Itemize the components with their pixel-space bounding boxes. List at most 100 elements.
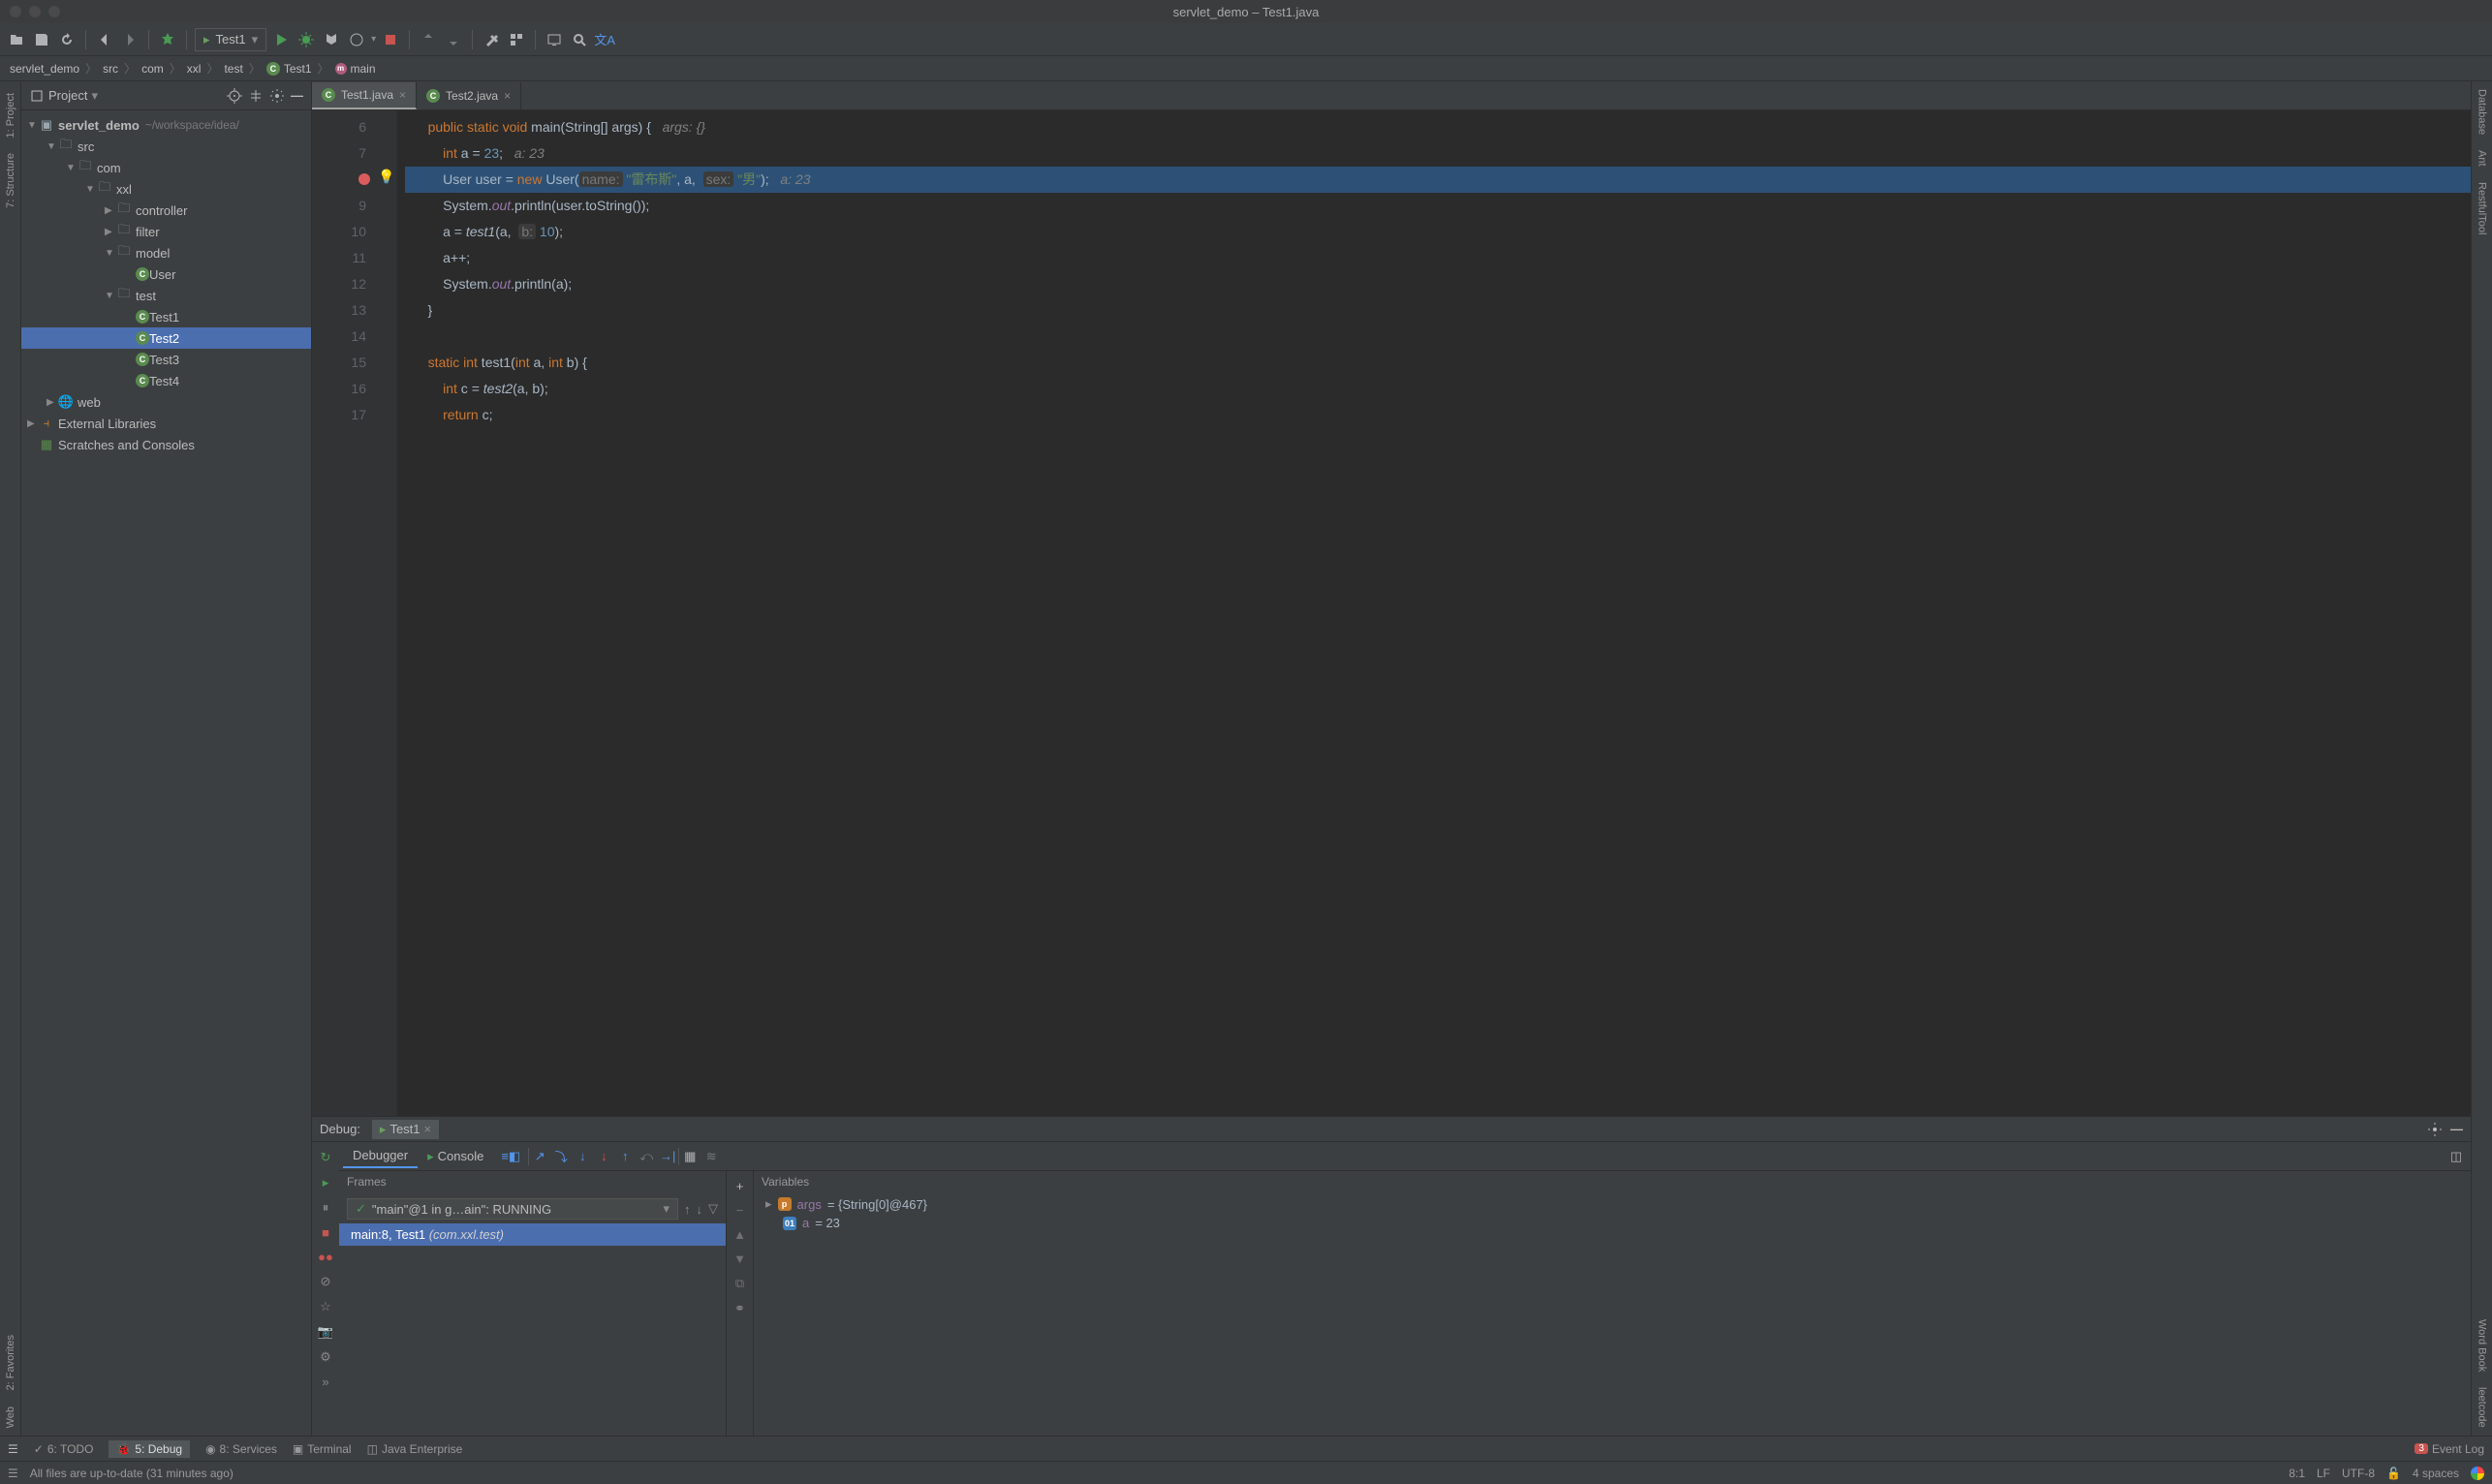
tree-node[interactable]: ▼🗀 xxl: [21, 178, 311, 200]
debug-run-tab[interactable]: ▸Test1 ×: [372, 1120, 439, 1139]
show-exec-point-icon[interactable]: ↗: [529, 1146, 550, 1167]
tree-node[interactable]: ▼🗀 com: [21, 157, 311, 178]
line-separator[interactable]: LF: [2317, 1467, 2330, 1480]
minimize-window-icon[interactable]: [29, 6, 41, 17]
prev-frame-icon[interactable]: ↑: [684, 1202, 691, 1217]
frame-item[interactable]: main:8, Test1 (com.xxl.test): [339, 1223, 726, 1246]
indent[interactable]: 4 spaces: [2413, 1467, 2459, 1480]
tab-debugger[interactable]: Debugger: [343, 1144, 418, 1168]
remove-icon[interactable]: −: [736, 1203, 744, 1218]
code-with-me-icon[interactable]: [544, 29, 565, 50]
crumb[interactable]: test: [224, 62, 242, 76]
translate-icon[interactable]: 文A: [594, 29, 615, 50]
rail-project[interactable]: 1: Project: [5, 85, 16, 145]
rail-restful[interactable]: RestfulTool: [2476, 174, 2488, 242]
force-step-into-icon[interactable]: ↓: [593, 1146, 614, 1167]
tree-node[interactable]: C Test1: [21, 306, 311, 327]
resume-icon[interactable]: ▸: [323, 1175, 329, 1190]
run-icon[interactable]: [270, 29, 292, 50]
readonly-icon[interactable]: 🔓: [2386, 1467, 2401, 1480]
coverage-icon[interactable]: [321, 29, 342, 50]
thread-selector[interactable]: ✓ "main"@1 in g…ain": RUNNING ▾: [347, 1198, 678, 1220]
locate-icon[interactable]: [227, 88, 242, 104]
vcs-update-icon[interactable]: [418, 29, 439, 50]
run-to-cursor-icon[interactable]: →|: [657, 1146, 678, 1167]
variable-item[interactable]: 01 a = 23: [762, 1214, 2463, 1232]
rail-favorites[interactable]: 2: Favorites: [5, 1327, 16, 1398]
pause-icon[interactable]: ⏸: [323, 1200, 329, 1216]
profile-icon[interactable]: [346, 29, 367, 50]
build-icon[interactable]: [157, 29, 178, 50]
tab-event-log[interactable]: 3 Event Log: [2414, 1442, 2484, 1456]
gear-icon[interactable]: [269, 88, 285, 104]
crumb[interactable]: Test1: [284, 62, 312, 76]
debug-icon[interactable]: [296, 29, 317, 50]
tab-todo[interactable]: ✓6: TODO: [34, 1442, 94, 1456]
tab-debug[interactable]: 🐞5: Debug: [109, 1440, 190, 1458]
rail-ant[interactable]: Ant: [2476, 142, 2488, 174]
tree-node[interactable]: ▼🗀 src: [21, 136, 311, 157]
tree-node[interactable]: C Test4: [21, 370, 311, 391]
link-icon[interactable]: ⚭: [734, 1301, 745, 1316]
crumb[interactable]: servlet_demo: [10, 62, 79, 76]
ide-status-icon[interactable]: [2471, 1467, 2484, 1480]
tree-node-ext-lib[interactable]: ▶⫞ External Libraries: [21, 413, 311, 434]
status-icon[interactable]: ☰: [8, 1467, 18, 1480]
tab-java-ee[interactable]: ◫Java Enterprise: [367, 1442, 463, 1456]
editor-body[interactable]: 6▶7891011121314151617 💡 public static vo…: [312, 110, 2471, 1116]
save-icon[interactable]: [31, 29, 52, 50]
breakpoints-icon[interactable]: ●●: [318, 1250, 333, 1264]
tree-node-selected[interactable]: C Test2: [21, 327, 311, 349]
star-icon[interactable]: ☆: [320, 1299, 331, 1314]
tree-node[interactable]: C User: [21, 263, 311, 285]
copy-icon[interactable]: ⧉: [735, 1276, 744, 1291]
project-structure-icon[interactable]: [506, 29, 527, 50]
drop-frame-icon[interactable]: ⤺: [636, 1146, 657, 1167]
expand-all-icon[interactable]: [248, 88, 264, 104]
project-tree[interactable]: ▼ ▣ servlet_demo ~/workspace/idea/ ▼🗀 sr…: [21, 110, 311, 1436]
vcs-commit-icon[interactable]: [443, 29, 464, 50]
tree-node[interactable]: ▼🗀 model: [21, 242, 311, 263]
tree-node[interactable]: ▶🌐 web: [21, 391, 311, 413]
editor-tab[interactable]: C Test1.java ×: [312, 82, 417, 109]
mute-bp-icon[interactable]: ⊘: [321, 1274, 331, 1289]
back-icon[interactable]: [94, 29, 115, 50]
tree-node[interactable]: C Test3: [21, 349, 311, 370]
next-frame-icon[interactable]: ↓: [697, 1202, 703, 1217]
stop-icon[interactable]: ■: [322, 1225, 329, 1240]
settings-icon[interactable]: ⚙: [320, 1349, 331, 1365]
close-icon[interactable]: ×: [399, 88, 406, 102]
stop-icon[interactable]: [380, 29, 401, 50]
maximize-window-icon[interactable]: [48, 6, 60, 17]
tab-services[interactable]: ◉8: Services: [205, 1442, 277, 1456]
step-out-icon[interactable]: ↑: [614, 1146, 636, 1167]
rail-structure[interactable]: 7: Structure: [5, 145, 16, 216]
lightbulb-icon[interactable]: 💡: [378, 169, 394, 185]
up-icon[interactable]: ▲: [733, 1227, 746, 1242]
variable-item[interactable]: ▸ p args = {String[0]@467}: [762, 1194, 2463, 1214]
rail-web[interactable]: Web: [5, 1399, 16, 1436]
tree-node-root[interactable]: ▼ ▣ servlet_demo ~/workspace/idea/: [21, 114, 311, 136]
project-view-selector[interactable]: Project ▾: [29, 88, 221, 104]
add-watch-icon[interactable]: +: [736, 1179, 744, 1193]
encoding[interactable]: UTF-8: [2342, 1467, 2375, 1480]
close-window-icon[interactable]: [10, 6, 21, 17]
rerun-icon[interactable]: ↻: [321, 1150, 331, 1165]
evaluate-icon[interactable]: ▦: [679, 1146, 701, 1167]
tool-windows-icon[interactable]: ☰: [8, 1442, 18, 1456]
camera-icon[interactable]: 📷: [318, 1324, 333, 1340]
tab-terminal[interactable]: ▣Terminal: [293, 1442, 352, 1456]
tree-node[interactable]: ▶🗀 controller: [21, 200, 311, 221]
open-icon[interactable]: [6, 29, 27, 50]
more-icon[interactable]: »: [322, 1375, 328, 1389]
gear-icon[interactable]: [2427, 1122, 2443, 1137]
trace-icon[interactable]: ≋: [701, 1146, 722, 1167]
forward-icon[interactable]: [119, 29, 140, 50]
crumb[interactable]: main: [351, 62, 376, 76]
code-content[interactable]: public static void main(String[] args) {…: [397, 110, 2471, 1116]
filter-icon[interactable]: ▽: [708, 1201, 718, 1217]
minimize-icon[interactable]: —: [2450, 1122, 2463, 1136]
close-icon[interactable]: ×: [424, 1122, 432, 1136]
crumb[interactable]: com: [141, 62, 164, 76]
cursor-position[interactable]: 8:1: [2289, 1467, 2305, 1480]
